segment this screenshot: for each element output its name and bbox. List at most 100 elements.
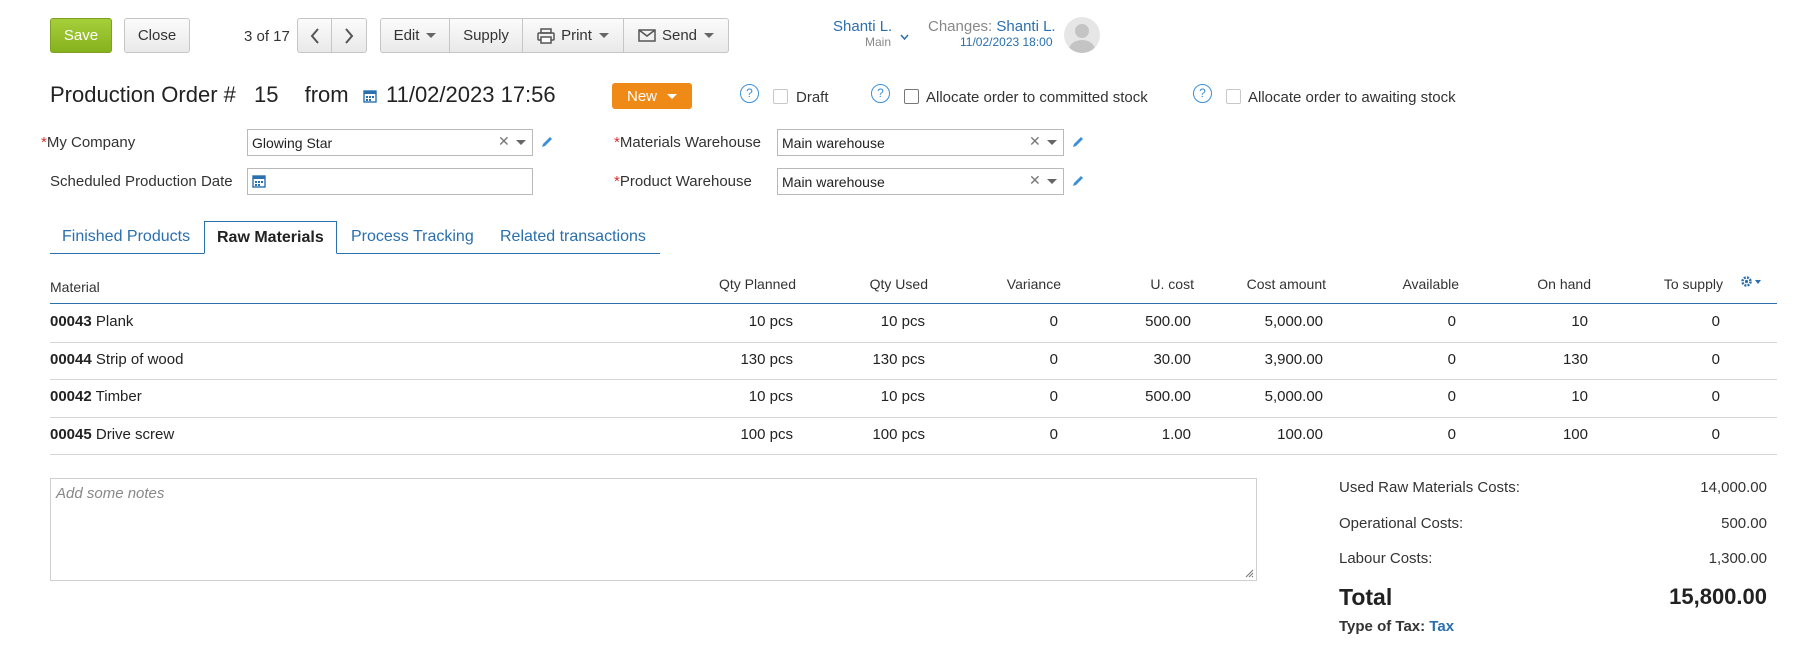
chevron-down-icon[interactable] [900, 34, 909, 40]
edit-button[interactable]: Edit [380, 18, 450, 53]
chevron-down-icon[interactable] [516, 140, 526, 145]
order-number[interactable]: 15 [254, 82, 278, 107]
edit-pencil-icon[interactable] [1071, 135, 1085, 149]
product-warehouse-label: *Product Warehouse [614, 173, 752, 190]
operational-costs-label: Operational Costs: [1339, 515, 1464, 532]
tax-type-label: Type of Tax: [1339, 618, 1426, 635]
committed-stock-label: Allocate order to committed stock [926, 89, 1148, 106]
avatar[interactable] [1064, 17, 1100, 53]
print-button[interactable]: Print [523, 18, 624, 53]
on-hand-cell: 10 [1571, 388, 1588, 405]
qty-planned-cell: 100 pcs [740, 426, 793, 443]
pager-nav [297, 18, 367, 53]
save-button[interactable]: Save [50, 18, 112, 53]
unit-cost-cell: 500.00 [1145, 313, 1191, 330]
chevron-down-icon [426, 33, 437, 38]
help-icon[interactable]: ? [1193, 84, 1212, 103]
unit-cost-cell: 500.00 [1145, 388, 1191, 405]
clear-icon[interactable]: ✕ [1029, 172, 1041, 189]
qty-planned-cell: 130 pcs [740, 351, 793, 368]
material-cell[interactable]: 00043 Plank [50, 313, 133, 330]
col-header-to-supply: To supply [1663, 276, 1723, 292]
col-header-material: Material [50, 279, 100, 295]
product-warehouse-value: Main warehouse [782, 174, 885, 190]
row-divider [50, 417, 1777, 418]
to-supply-cell: 0 [1711, 388, 1720, 405]
envelope-icon [638, 29, 656, 42]
col-header-cost-amount: Cost amount [1246, 276, 1326, 292]
help-icon[interactable]: ? [871, 84, 890, 103]
company-select[interactable]: Glowing Star [247, 129, 533, 156]
qty-used-cell: 10 pcs [880, 313, 925, 330]
from-label: from [304, 82, 349, 107]
status-dropdown[interactable]: New [612, 83, 692, 109]
chevron-down-icon [1755, 279, 1761, 284]
tax-type-link[interactable]: Tax [1429, 618, 1454, 635]
prev-button[interactable] [297, 18, 332, 53]
tab-raw-materials[interactable]: Raw Materials [204, 221, 337, 254]
edit-pencil-icon[interactable] [540, 135, 554, 149]
clear-icon[interactable]: ✕ [1029, 133, 1041, 150]
title-prefix: Production Order # [50, 82, 236, 107]
on-hand-cell: 10 [1571, 313, 1588, 330]
material-cell[interactable]: 00045 Drive screw [50, 426, 174, 443]
send-label: Send [661, 27, 698, 44]
calendar-icon[interactable] [252, 173, 266, 188]
materials-warehouse-select[interactable]: Main warehouse [777, 129, 1064, 156]
col-header-u-cost: U. cost [1150, 276, 1194, 292]
clear-icon[interactable]: ✕ [498, 133, 510, 150]
column-settings-button[interactable] [1740, 275, 1761, 288]
close-button[interactable]: Close [124, 18, 190, 53]
awaiting-stock-checkbox[interactable] [1226, 89, 1241, 104]
material-name: Plank [95, 313, 134, 330]
supply-label: Supply [463, 27, 509, 44]
supply-button[interactable]: Supply [450, 18, 523, 53]
chevron-down-icon [704, 33, 715, 38]
changes-user-link[interactable]: Shanti L. [996, 18, 1055, 35]
variance-cell: 0 [1049, 351, 1058, 368]
row-divider [50, 379, 1777, 380]
changes-label: Changes: Shanti L. [928, 18, 1056, 35]
changes-time: 11/02/2023 18:00 [960, 35, 1053, 49]
help-icon[interactable]: ? [740, 84, 759, 103]
user-name-link[interactable]: Shanti L. [833, 18, 892, 35]
material-code: 00044 [50, 351, 92, 368]
resize-handle-icon[interactable] [1245, 569, 1254, 578]
qty-used-cell: 10 pcs [880, 388, 925, 405]
tab-process-tracking[interactable]: Process Tracking [351, 221, 474, 253]
pager-text: 3 of 17 [244, 28, 290, 45]
chevron-down-icon[interactable] [1047, 179, 1057, 184]
product-warehouse-label-text: Product Warehouse [619, 173, 752, 190]
notes-textarea[interactable]: Add some notes [50, 478, 1257, 581]
material-cell[interactable]: 00042 Timber [50, 388, 142, 405]
cost-amount-cell: 5,000.00 [1264, 388, 1323, 405]
materials-warehouse-label: *Materials Warehouse [614, 134, 761, 151]
awaiting-stock-label: Allocate order to awaiting stock [1248, 89, 1456, 106]
draft-checkbox[interactable] [773, 89, 788, 104]
next-button[interactable] [332, 18, 367, 53]
tab-finished-products[interactable]: Finished Products [62, 221, 190, 253]
material-cell[interactable]: 00044 Strip of wood [50, 351, 183, 368]
to-supply-cell: 0 [1711, 313, 1720, 330]
unit-cost-cell: 1.00 [1161, 426, 1191, 443]
variance-cell: 0 [1049, 388, 1058, 405]
edit-pencil-icon[interactable] [1071, 174, 1085, 188]
to-supply-cell: 0 [1711, 351, 1720, 368]
committed-stock-checkbox[interactable] [904, 89, 919, 104]
available-cell: 0 [1447, 426, 1456, 443]
variance-cell: 0 [1049, 313, 1058, 330]
order-datetime[interactable]: 11/02/2023 17:56 [386, 82, 556, 108]
scheduled-date-input[interactable] [247, 168, 533, 195]
chevron-down-icon[interactable] [1047, 140, 1057, 145]
scheduled-label: Scheduled Production Date [50, 173, 233, 190]
on-hand-cell: 130 [1562, 351, 1588, 368]
row-divider [50, 454, 1777, 455]
user-silhouette-icon [1069, 24, 1095, 53]
tab-related-transactions[interactable]: Related transactions [500, 221, 646, 253]
col-header-variance: Variance [1006, 276, 1061, 292]
product-warehouse-select[interactable]: Main warehouse [777, 168, 1064, 195]
material-code: 00042 [50, 388, 92, 405]
calendar-icon[interactable] [363, 88, 377, 103]
material-code: 00045 [50, 426, 92, 443]
send-button[interactable]: Send [624, 18, 729, 53]
